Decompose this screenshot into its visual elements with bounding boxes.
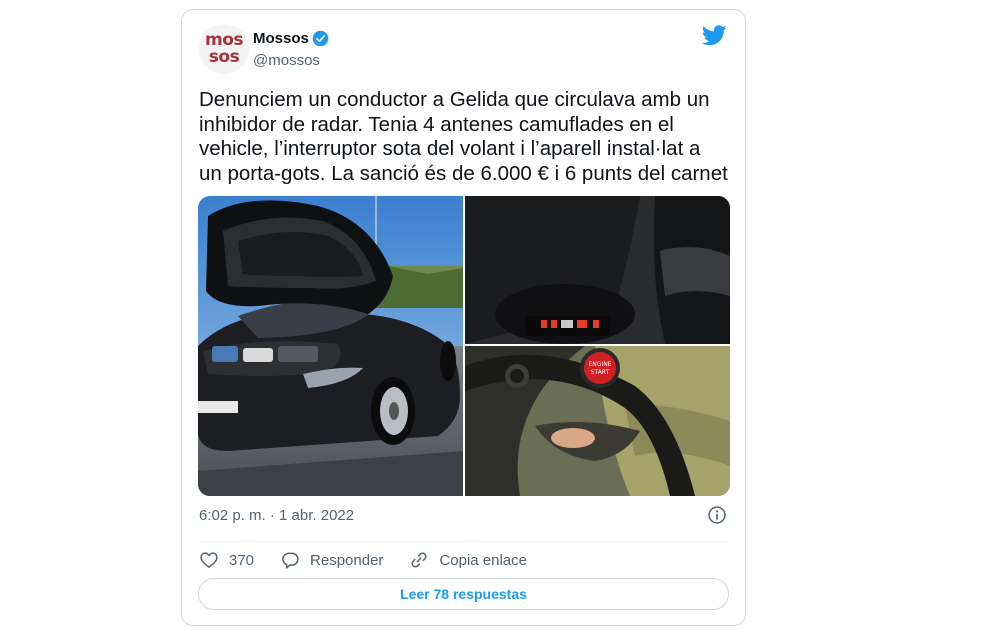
twitter-bird-icon[interactable] <box>701 25 727 51</box>
tweet-card: mos sos Mossos @mossos Denunciem un cond… <box>181 9 746 626</box>
like-count: 370 <box>229 551 255 569</box>
engine-start-text-1: ENGINE <box>589 361 612 368</box>
link-icon <box>411 552 427 568</box>
info-icon[interactable] <box>707 505 727 530</box>
timestamp[interactable]: 6:02 p. m. · 1 abr. 2022 <box>199 507 354 524</box>
photo-steering-switch[interactable]: ENGINE START <box>465 346 730 496</box>
heart-icon <box>200 552 218 569</box>
photo-cupholder-device[interactable] <box>465 196 730 344</box>
author-name-row: Mossos <box>253 30 329 47</box>
avatar[interactable]: mos sos <box>199 24 249 74</box>
car-illustration <box>198 196 463 496</box>
avatar-text-bottom: sos <box>208 47 240 67</box>
divider <box>198 541 729 542</box>
reply-button[interactable]: Responder <box>280 550 383 570</box>
copy-link-button[interactable]: Copia enlace <box>409 550 527 570</box>
like-button[interactable]: 370 <box>199 550 254 570</box>
verified-badge-icon <box>312 30 329 47</box>
author-name[interactable]: Mossos <box>253 30 309 47</box>
cupholder-illustration <box>465 196 730 344</box>
copy-link-label: Copia enlace <box>439 551 527 569</box>
media-grid[interactable]: ENGINE START <box>198 196 730 496</box>
speech-bubble-icon <box>282 552 299 569</box>
action-bar: 370 Responder Copia enlace <box>199 548 553 572</box>
author-handle[interactable]: @mossos <box>253 52 320 69</box>
reply-label: Responder <box>310 551 384 569</box>
engine-start-text-2: START <box>591 369 610 376</box>
steering-illustration: ENGINE START <box>465 346 730 496</box>
tweet-text: Denunciem un conductor a Gelida que circ… <box>199 88 728 185</box>
read-replies-button[interactable]: Leer 78 respuestas <box>198 578 729 610</box>
photo-car-open-hood[interactable] <box>198 196 463 496</box>
